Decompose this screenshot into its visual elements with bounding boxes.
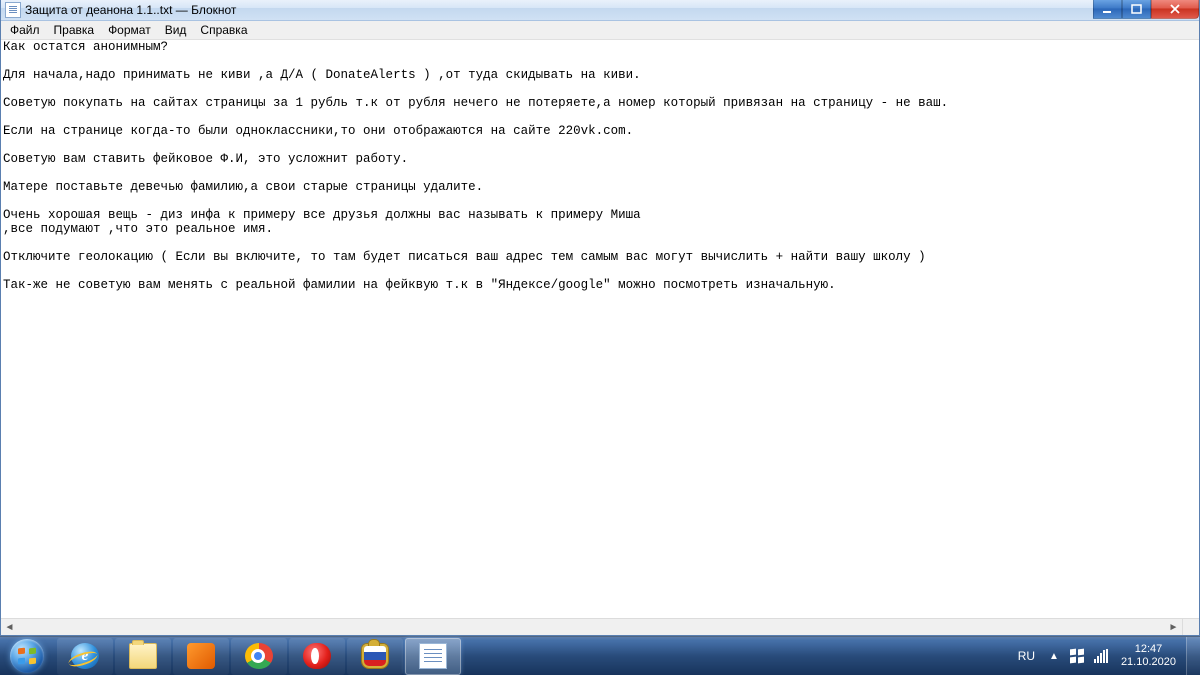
clock[interactable]: 12:47 21.10.2020 — [1113, 641, 1186, 671]
titlebar[interactable]: Защита от деанона 1.1..txt — Блокнот — [1, 0, 1199, 21]
taskbar-notepad[interactable] — [405, 638, 461, 675]
notepad-icon — [419, 643, 447, 669]
notepad-window: Защита от деанона 1.1..txt — Блокнот Фай… — [0, 0, 1200, 636]
scroll-right-button[interactable]: ► — [1165, 620, 1182, 635]
folder-icon — [129, 643, 157, 669]
clock-date: 21.10.2020 — [1121, 656, 1176, 669]
tray-overflow-button[interactable]: ▲ — [1043, 651, 1065, 662]
close-button[interactable] — [1151, 0, 1199, 19]
taskbar-chrome[interactable] — [231, 638, 287, 675]
taskbar-media-player[interactable] — [173, 638, 229, 675]
menubar: Файл Правка Формат Вид Справка — [1, 21, 1199, 40]
window-title: Защита от деанона 1.1..txt — Блокнот — [25, 3, 1199, 17]
maximize-button[interactable] — [1122, 0, 1151, 19]
language-indicator[interactable]: RU — [1010, 649, 1043, 663]
flag-icon — [1070, 649, 1084, 663]
action-center-icon[interactable] — [1068, 647, 1086, 665]
taskbar-pinned-apps — [56, 637, 462, 675]
signal-bars-icon — [1094, 649, 1108, 663]
close-icon — [1169, 4, 1181, 14]
menu-help[interactable]: Справка — [193, 22, 254, 38]
media-player-icon — [187, 643, 215, 669]
menu-view[interactable]: Вид — [158, 22, 194, 38]
taskbar-opera[interactable] — [289, 638, 345, 675]
minimize-icon — [1102, 4, 1114, 14]
taskbar-internet-explorer[interactable] — [57, 638, 113, 675]
scroll-track[interactable] — [18, 620, 1165, 635]
show-desktop-button[interactable] — [1186, 637, 1200, 675]
maximize-icon — [1131, 4, 1143, 14]
network-icon[interactable] — [1092, 647, 1110, 665]
notepad-file-icon — [5, 2, 21, 18]
taskbar: RU ▲ 12:47 21.10.2020 — [0, 636, 1200, 675]
taskbar-app-russia[interactable] — [347, 638, 403, 675]
start-button[interactable] — [0, 637, 54, 675]
clock-time: 12:47 — [1121, 643, 1176, 656]
menu-edit[interactable]: Правка — [47, 22, 102, 38]
ie-icon — [71, 643, 99, 669]
taskbar-file-explorer[interactable] — [115, 638, 171, 675]
scroll-corner — [1182, 618, 1199, 635]
desktop: Защита от деанона 1.1..txt — Блокнот Фай… — [0, 0, 1200, 675]
minimize-button[interactable] — [1093, 0, 1122, 19]
menu-format[interactable]: Формат — [101, 22, 158, 38]
opera-icon — [303, 643, 331, 669]
windows-logo-icon — [10, 639, 44, 673]
matryoshka-icon — [361, 643, 389, 669]
system-tray: RU ▲ 12:47 21.10.2020 — [1010, 637, 1200, 675]
horizontal-scrollbar[interactable]: ◄ ► — [1, 618, 1182, 635]
document-text[interactable]: Как остатся анонимным? Для начала,надо п… — [1, 40, 1199, 292]
window-buttons — [1093, 0, 1199, 19]
menu-file[interactable]: Файл — [3, 22, 47, 38]
text-editor[interactable]: Как остатся анонимным? Для начала,надо п… — [1, 40, 1199, 618]
scroll-left-button[interactable]: ◄ — [1, 620, 18, 635]
chrome-icon — [245, 643, 273, 669]
